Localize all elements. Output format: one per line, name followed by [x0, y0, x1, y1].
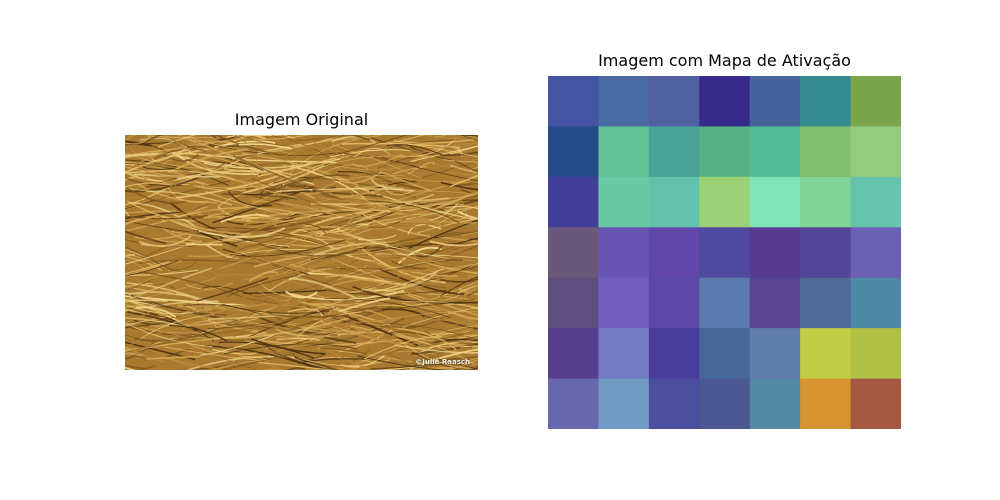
heatmap-cell-r2-c0: [548, 176, 599, 228]
heatmap-cell-r2-c1: [598, 176, 650, 228]
heatmap-cell-r5-c0: [548, 328, 599, 380]
heatmap-cell-r3-c3: [699, 227, 751, 279]
heatmap-cell-r2-c5: [800, 176, 852, 228]
heatmap-cell-r6-c6: [850, 378, 901, 429]
heatmap-cell-r2-c2: [648, 176, 700, 228]
heatmap-cell-r3-c1: [598, 227, 650, 279]
heatmap-cell-r5-c6: [850, 328, 901, 380]
heatmap-cell-r3-c6: [850, 227, 901, 279]
heatmap-cell-r5-c4: [749, 328, 801, 380]
heatmap-cell-r2-c4: [749, 176, 801, 228]
heatmap-cell-r3-c2: [648, 227, 700, 279]
heatmap-cell-r2-c3: [699, 176, 751, 228]
photo-watermark: ©Julie Raasch: [415, 358, 470, 366]
heatmap-cell-r5-c3: [699, 328, 751, 380]
heatmap-cell-r6-c0: [548, 378, 599, 429]
heatmap-cell-r4-c6: [850, 277, 901, 329]
heatmap-cell-r4-c5: [800, 277, 852, 329]
heatmap-cell-r4-c4: [749, 277, 801, 329]
dry-grass-photo-icon: [125, 135, 478, 370]
heatmap-cell-r3-c5: [800, 227, 852, 279]
heatmap-cell-r0-c2: [648, 76, 700, 127]
heatmap-cell-r1-c0: [548, 126, 599, 178]
original-image-title: Imagem Original: [234, 110, 369, 129]
heatmap-cell-r6-c4: [749, 378, 801, 429]
heatmap-cell-r4-c2: [648, 277, 700, 329]
heatmap-cell-r0-c6: [850, 76, 901, 127]
heatmap-cell-r4-c3: [699, 277, 751, 329]
heatmap-cell-r1-c5: [800, 126, 852, 178]
heatmap-cell-r3-c4: [749, 227, 801, 279]
heatmap-cell-r0-c1: [598, 76, 650, 127]
activation-map-title: Imagem com Mapa de Ativação: [598, 51, 851, 70]
heatmap-cell-r1-c2: [648, 126, 700, 178]
heatmap-cell-r1-c3: [699, 126, 751, 178]
heatmap-cell-r5-c1: [598, 328, 650, 380]
heatmap-cell-r4-c1: [598, 277, 650, 329]
heatmap-cell-r2-c6: [850, 176, 901, 228]
heatmap-cell-r0-c5: [800, 76, 852, 127]
heatmap-cell-r6-c2: [648, 378, 700, 429]
heatmap-cell-r5-c2: [648, 328, 700, 380]
heatmap-cell-r0-c4: [749, 76, 801, 127]
heatmap-cell-r1-c4: [749, 126, 801, 178]
heatmap-cell-r0-c0: [548, 76, 599, 127]
activation-heatmap: [548, 76, 901, 429]
original-grass-image: ©Julie Raasch: [125, 135, 478, 370]
heatmap-cell-r5-c5: [800, 328, 852, 380]
heatmap-cell-r4-c0: [548, 277, 599, 329]
heatmap-cell-r1-c6: [850, 126, 901, 178]
heatmap-cell-r1-c1: [598, 126, 650, 178]
heatmap-cell-r6-c5: [800, 378, 852, 429]
heatmap-cell-r0-c3: [699, 76, 751, 127]
heatmap-cell-r6-c3: [699, 378, 751, 429]
heatmap-cell-r3-c0: [548, 227, 599, 279]
heatmap-cell-r6-c1: [598, 378, 650, 429]
